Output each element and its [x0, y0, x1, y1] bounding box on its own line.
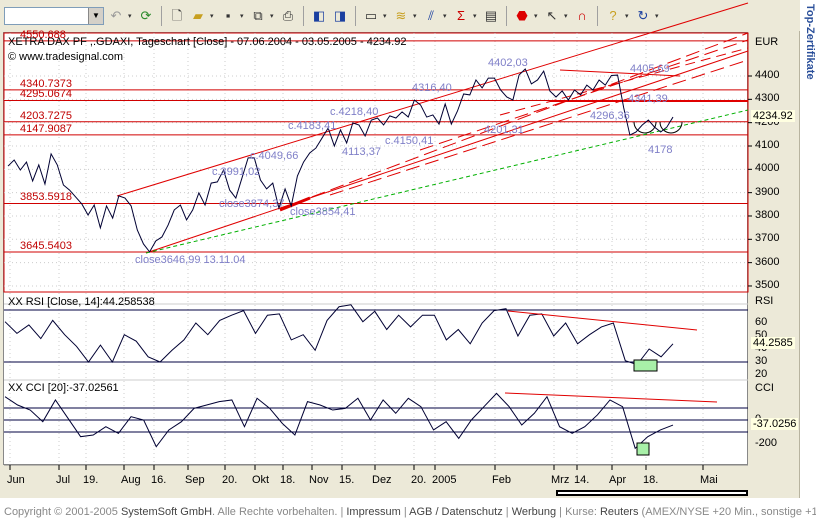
- copyright-label: © www.tradesignal.com: [8, 51, 124, 63]
- x-axis-label: Feb: [492, 474, 511, 486]
- level-label: 4203.7275: [20, 109, 72, 122]
- price-annotation: 4405,69: [630, 63, 670, 75]
- chart-title: XETRA DAX PF ,.GDAXI, Tageschart [Close]…: [8, 36, 407, 48]
- cci-last-badge: -37.0256: [751, 418, 799, 430]
- footer: Copyright © 2001-2005 SystemSoft GmbH. A…: [4, 506, 816, 518]
- price-annotation: 4201,31: [484, 124, 524, 136]
- price-annotation: 4316,40: [412, 82, 452, 94]
- x-axis-label: 14.: [574, 474, 590, 486]
- x-axis-label: Jun: [7, 474, 25, 486]
- x-axis-label: Nov: [309, 474, 329, 486]
- price-annotation: close3854,41: [290, 206, 356, 218]
- price-line: [7, 68, 674, 253]
- price-annotation: 4178: [648, 144, 673, 156]
- level-label: 3645.5403: [20, 240, 72, 252]
- level-label: 4295.0674: [20, 88, 72, 101]
- price-annotation: 4341,39: [628, 93, 668, 105]
- chart-canvas[interactable]: [0, 0, 800, 470]
- sidebar-title[interactable]: Top-Zertifikate: [804, 4, 816, 80]
- time-scrollbar[interactable]: [556, 490, 748, 496]
- bottom-circle-marker: [659, 121, 683, 134]
- footer-separator: | Kurse:: [556, 506, 600, 518]
- price-annotation: close3646,99 13.11.04: [135, 254, 246, 266]
- x-axis-label: 20.: [222, 474, 238, 486]
- price-annotation: c.4218,40: [330, 106, 379, 118]
- rsi-axis-label: RSI: [755, 295, 774, 307]
- x-axis-label: 18.: [643, 474, 659, 486]
- cci-signal-box: [636, 442, 650, 456]
- currency-label: EUR: [755, 36, 779, 48]
- dashed-channel-line: [499, 47, 749, 116]
- rsi-tick-label: 30: [755, 355, 768, 367]
- agb-link[interactable]: AGB / Datenschutz: [409, 506, 503, 518]
- rsi-title: XX RSI [Close, 14]:44.258538: [8, 296, 155, 308]
- rsi-trendline: [507, 310, 698, 331]
- x-axis-label: Dez: [372, 474, 392, 486]
- price-tick-label: 3600: [755, 255, 780, 268]
- cci-tick-label: -200: [755, 437, 778, 449]
- price-tick-label: 4400: [755, 69, 780, 81]
- level-label: 4147.9087: [20, 122, 72, 135]
- price-annotation: 4296,36: [590, 110, 630, 122]
- app-window: ▼ ↶ ▾ ⟳ 🗋 ▰ ▾ ▪ ▾ ⧉ ▾ ⎙ ◧ ◨ ▭ ▾ ≋ ▾ ⫽ ▾ Σ ▾ ▤ ⬣ ▾…: [0, 0, 800, 498]
- x-axis-label: Okt: [252, 474, 270, 486]
- x-axis-label: 19.: [83, 474, 99, 486]
- price-annotation: c.4049,66: [250, 150, 299, 162]
- company-link[interactable]: SystemSoft GmbH: [121, 506, 212, 518]
- support-trendline: [145, 109, 749, 254]
- cci-axis-label: CCI: [755, 382, 774, 394]
- footer-separator: |: [400, 506, 410, 518]
- footer-rights: . Alle Rechte vorbehalten. |: [212, 506, 347, 518]
- rsi-line: [4, 304, 674, 366]
- x-axis-label: 16.: [151, 474, 167, 486]
- rsi-signal-box: [633, 359, 658, 372]
- price-annotation: 4402,03: [488, 57, 528, 69]
- x-axis-label: 15.: [339, 474, 355, 486]
- price-tick-label: 4000: [755, 162, 780, 175]
- level-label: 3853.5918: [20, 191, 72, 204]
- footer-copyright: Copyright © 2001-2005: [4, 506, 121, 518]
- price-annotation: c.4150,41: [385, 135, 434, 147]
- cci-line: [4, 392, 674, 450]
- price-annotation: 4113,37: [342, 146, 381, 158]
- bottom-circle-marker: [633, 121, 657, 134]
- rsi-tick-label: 20: [755, 368, 768, 380]
- price-tick-label: 3700: [755, 232, 780, 245]
- x-axis-label: Mai: [700, 474, 718, 486]
- price-tick-label: 3900: [755, 185, 780, 198]
- price-tick-label: 4100: [755, 138, 780, 151]
- rsi-last-badge: 44.2585: [751, 337, 795, 349]
- x-axis-label: Aug: [121, 474, 141, 486]
- last-price-badge: 4234.92: [751, 110, 795, 122]
- x-axis-label: 18.: [280, 474, 296, 486]
- footer-rest: (AMEX/NYSE +20 Min., sonstige +1: [638, 506, 816, 518]
- x-axis-label: 2005: [432, 474, 457, 486]
- footer-separator: |: [502, 506, 512, 518]
- price-tick-label: 3800: [755, 208, 780, 221]
- x-axis-label: Apr: [609, 474, 627, 486]
- x-axis-label: Jul: [56, 474, 71, 486]
- x-axis-label: 20.: [411, 474, 427, 486]
- dashed-channel-line: [329, 59, 749, 196]
- x-axis-label: Sep: [185, 474, 205, 486]
- price-annotation: c.4183,41: [288, 120, 337, 132]
- cci-title: XX CCI [20]:-37.02561: [8, 382, 119, 394]
- price-tick-label: 4300: [755, 92, 780, 105]
- price-annotation: c.3991,02: [212, 166, 261, 178]
- level-label: 4550.688: [20, 28, 66, 41]
- price-tick-label: 3500: [755, 278, 780, 291]
- werbung-link[interactable]: Werbung: [512, 506, 556, 518]
- reuters-link[interactable]: Reuters: [600, 506, 639, 518]
- rsi-tick-label: 60: [755, 316, 768, 328]
- impressum-link[interactable]: Impressum: [346, 506, 400, 518]
- price-annotation: close3874,37: [219, 198, 285, 210]
- x-axis-label: Mrz: [551, 474, 570, 486]
